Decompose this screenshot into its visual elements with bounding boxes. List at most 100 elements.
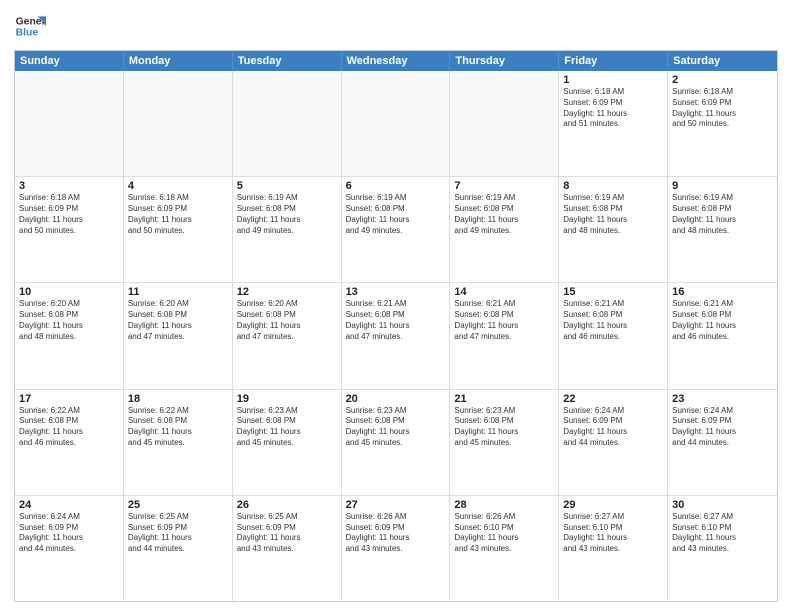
day-info: Sunrise: 6:22 AMSunset: 6:08 PMDaylight:…	[128, 406, 228, 449]
day-cell-1: 1Sunrise: 6:18 AMSunset: 6:09 PMDaylight…	[559, 71, 668, 176]
calendar-row-2: 3Sunrise: 6:18 AMSunset: 6:09 PMDaylight…	[15, 177, 777, 283]
calendar-row-5: 24Sunrise: 6:24 AMSunset: 6:09 PMDayligh…	[15, 496, 777, 601]
day-number: 16	[672, 286, 773, 298]
day-number: 27	[346, 499, 446, 511]
day-number: 12	[237, 286, 337, 298]
day-info: Sunrise: 6:21 AMSunset: 6:08 PMDaylight:…	[346, 299, 446, 342]
day-number: 29	[563, 499, 663, 511]
weekday-header-thursday: Thursday	[450, 51, 559, 71]
day-cell-26: 26Sunrise: 6:25 AMSunset: 6:09 PMDayligh…	[233, 496, 342, 601]
weekday-header-monday: Monday	[124, 51, 233, 71]
day-cell-29: 29Sunrise: 6:27 AMSunset: 6:10 PMDayligh…	[559, 496, 668, 601]
day-info: Sunrise: 6:18 AMSunset: 6:09 PMDaylight:…	[672, 87, 773, 130]
day-cell-13: 13Sunrise: 6:21 AMSunset: 6:08 PMDayligh…	[342, 283, 451, 388]
day-number: 8	[563, 180, 663, 192]
empty-cell	[15, 71, 124, 176]
calendar: SundayMondayTuesdayWednesdayThursdayFrid…	[14, 50, 778, 602]
day-number: 3	[19, 180, 119, 192]
day-number: 25	[128, 499, 228, 511]
day-info: Sunrise: 6:18 AMSunset: 6:09 PMDaylight:…	[19, 193, 119, 236]
day-number: 9	[672, 180, 773, 192]
day-number: 17	[19, 393, 119, 405]
day-info: Sunrise: 6:20 AMSunset: 6:08 PMDaylight:…	[128, 299, 228, 342]
day-number: 13	[346, 286, 446, 298]
day-number: 7	[454, 180, 554, 192]
day-cell-24: 24Sunrise: 6:24 AMSunset: 6:09 PMDayligh…	[15, 496, 124, 601]
day-info: Sunrise: 6:21 AMSunset: 6:08 PMDaylight:…	[672, 299, 773, 342]
empty-cell	[233, 71, 342, 176]
weekday-header-friday: Friday	[559, 51, 668, 71]
day-number: 19	[237, 393, 337, 405]
calendar-body: 1Sunrise: 6:18 AMSunset: 6:09 PMDaylight…	[15, 71, 777, 601]
day-cell-5: 5Sunrise: 6:19 AMSunset: 6:08 PMDaylight…	[233, 177, 342, 282]
calendar-header: SundayMondayTuesdayWednesdayThursdayFrid…	[15, 51, 777, 71]
day-info: Sunrise: 6:23 AMSunset: 6:08 PMDaylight:…	[346, 406, 446, 449]
day-cell-14: 14Sunrise: 6:21 AMSunset: 6:08 PMDayligh…	[450, 283, 559, 388]
day-cell-6: 6Sunrise: 6:19 AMSunset: 6:08 PMDaylight…	[342, 177, 451, 282]
day-cell-30: 30Sunrise: 6:27 AMSunset: 6:10 PMDayligh…	[668, 496, 777, 601]
day-info: Sunrise: 6:27 AMSunset: 6:10 PMDaylight:…	[672, 512, 773, 555]
page: General Blue SundayMondayTuesdayWednesda…	[0, 0, 792, 612]
day-info: Sunrise: 6:23 AMSunset: 6:08 PMDaylight:…	[237, 406, 337, 449]
weekday-header-saturday: Saturday	[668, 51, 777, 71]
day-cell-17: 17Sunrise: 6:22 AMSunset: 6:08 PMDayligh…	[15, 390, 124, 495]
calendar-row-1: 1Sunrise: 6:18 AMSunset: 6:09 PMDaylight…	[15, 71, 777, 177]
day-number: 21	[454, 393, 554, 405]
day-number: 14	[454, 286, 554, 298]
day-info: Sunrise: 6:18 AMSunset: 6:09 PMDaylight:…	[128, 193, 228, 236]
day-info: Sunrise: 6:24 AMSunset: 6:09 PMDaylight:…	[19, 512, 119, 555]
day-number: 18	[128, 393, 228, 405]
day-number: 11	[128, 286, 228, 298]
day-cell-19: 19Sunrise: 6:23 AMSunset: 6:08 PMDayligh…	[233, 390, 342, 495]
day-info: Sunrise: 6:24 AMSunset: 6:09 PMDaylight:…	[672, 406, 773, 449]
day-cell-20: 20Sunrise: 6:23 AMSunset: 6:08 PMDayligh…	[342, 390, 451, 495]
empty-cell	[450, 71, 559, 176]
svg-text:Blue: Blue	[16, 28, 39, 39]
day-cell-9: 9Sunrise: 6:19 AMSunset: 6:08 PMDaylight…	[668, 177, 777, 282]
day-number: 23	[672, 393, 773, 405]
day-cell-11: 11Sunrise: 6:20 AMSunset: 6:08 PMDayligh…	[124, 283, 233, 388]
day-number: 10	[19, 286, 119, 298]
day-number: 24	[19, 499, 119, 511]
day-cell-10: 10Sunrise: 6:20 AMSunset: 6:08 PMDayligh…	[15, 283, 124, 388]
day-cell-2: 2Sunrise: 6:18 AMSunset: 6:09 PMDaylight…	[668, 71, 777, 176]
day-cell-22: 22Sunrise: 6:24 AMSunset: 6:09 PMDayligh…	[559, 390, 668, 495]
day-cell-27: 27Sunrise: 6:26 AMSunset: 6:09 PMDayligh…	[342, 496, 451, 601]
day-number: 2	[672, 74, 773, 86]
day-info: Sunrise: 6:21 AMSunset: 6:08 PMDaylight:…	[454, 299, 554, 342]
day-cell-25: 25Sunrise: 6:25 AMSunset: 6:09 PMDayligh…	[124, 496, 233, 601]
day-cell-28: 28Sunrise: 6:26 AMSunset: 6:10 PMDayligh…	[450, 496, 559, 601]
day-number: 5	[237, 180, 337, 192]
day-cell-15: 15Sunrise: 6:21 AMSunset: 6:08 PMDayligh…	[559, 283, 668, 388]
day-cell-4: 4Sunrise: 6:18 AMSunset: 6:09 PMDaylight…	[124, 177, 233, 282]
day-info: Sunrise: 6:26 AMSunset: 6:09 PMDaylight:…	[346, 512, 446, 555]
day-info: Sunrise: 6:19 AMSunset: 6:08 PMDaylight:…	[237, 193, 337, 236]
logo: General Blue	[14, 10, 46, 42]
day-cell-23: 23Sunrise: 6:24 AMSunset: 6:09 PMDayligh…	[668, 390, 777, 495]
day-info: Sunrise: 6:19 AMSunset: 6:08 PMDaylight:…	[672, 193, 773, 236]
day-cell-3: 3Sunrise: 6:18 AMSunset: 6:09 PMDaylight…	[15, 177, 124, 282]
day-info: Sunrise: 6:22 AMSunset: 6:08 PMDaylight:…	[19, 406, 119, 449]
day-info: Sunrise: 6:20 AMSunset: 6:08 PMDaylight:…	[19, 299, 119, 342]
logo-icon: General Blue	[14, 10, 46, 42]
day-number: 6	[346, 180, 446, 192]
day-number: 30	[672, 499, 773, 511]
day-info: Sunrise: 6:27 AMSunset: 6:10 PMDaylight:…	[563, 512, 663, 555]
day-cell-12: 12Sunrise: 6:20 AMSunset: 6:08 PMDayligh…	[233, 283, 342, 388]
weekday-header-sunday: Sunday	[15, 51, 124, 71]
weekday-header-wednesday: Wednesday	[342, 51, 451, 71]
calendar-row-4: 17Sunrise: 6:22 AMSunset: 6:08 PMDayligh…	[15, 390, 777, 496]
day-info: Sunrise: 6:19 AMSunset: 6:08 PMDaylight:…	[346, 193, 446, 236]
day-info: Sunrise: 6:19 AMSunset: 6:08 PMDaylight:…	[563, 193, 663, 236]
day-cell-18: 18Sunrise: 6:22 AMSunset: 6:08 PMDayligh…	[124, 390, 233, 495]
day-number: 26	[237, 499, 337, 511]
day-cell-8: 8Sunrise: 6:19 AMSunset: 6:08 PMDaylight…	[559, 177, 668, 282]
day-info: Sunrise: 6:19 AMSunset: 6:08 PMDaylight:…	[454, 193, 554, 236]
day-info: Sunrise: 6:18 AMSunset: 6:09 PMDaylight:…	[563, 87, 663, 130]
day-number: 4	[128, 180, 228, 192]
day-info: Sunrise: 6:25 AMSunset: 6:09 PMDaylight:…	[128, 512, 228, 555]
day-number: 20	[346, 393, 446, 405]
header: General Blue	[14, 10, 778, 42]
day-number: 15	[563, 286, 663, 298]
day-info: Sunrise: 6:26 AMSunset: 6:10 PMDaylight:…	[454, 512, 554, 555]
